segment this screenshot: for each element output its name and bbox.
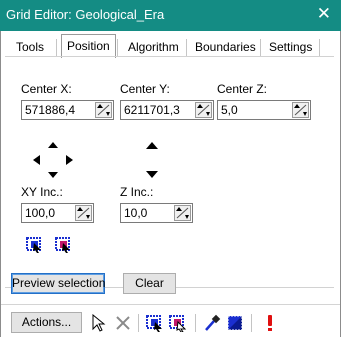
preview-selection-button[interactable]: Preview selection: [11, 273, 105, 294]
xy-inc-input[interactable]: [22, 204, 80, 222]
xy-inc-field[interactable]: [21, 203, 94, 223]
z-inc-field[interactable]: [120, 203, 193, 223]
eyedropper-icon[interactable]: [203, 314, 221, 332]
tab-divider: [319, 39, 320, 56]
tab-divider: [117, 39, 118, 56]
pointer-icon[interactable]: [90, 314, 108, 332]
center-x-field[interactable]: [21, 100, 114, 120]
actions-button[interactable]: Actions...: [11, 312, 82, 333]
tab-boundaries[interactable]: Boundaries: [190, 37, 261, 57]
tab-divider: [186, 39, 187, 56]
clear-button[interactable]: Clear: [123, 273, 176, 294]
center-y-input[interactable]: [121, 101, 199, 119]
editor-frame: Tools Position Algorithm Boundaries Sett…: [0, 31, 341, 337]
center-x-label: Center X:: [21, 82, 72, 96]
center-y-field[interactable]: [120, 100, 214, 120]
title-bar: Grid Editor: Geological_Era ✕: [0, 0, 341, 31]
spin-button[interactable]: [195, 102, 212, 118]
close-icon[interactable]: ✕: [317, 5, 331, 22]
center-z-label: Center Z:: [217, 82, 268, 96]
tab-position[interactable]: Position: [61, 34, 116, 58]
tab-algorithm[interactable]: Algorithm: [123, 37, 184, 57]
select-cells-icon[interactable]: [146, 314, 164, 332]
tab-settings[interactable]: Settings: [264, 37, 317, 57]
tab-tools[interactable]: Tools: [11, 37, 49, 57]
spin-button[interactable]: [292, 102, 309, 118]
spin-button[interactable]: [174, 205, 191, 221]
select-grid-icon[interactable]: [25, 235, 43, 253]
center-y-label: Center Y:: [120, 82, 170, 96]
alert-icon[interactable]: [261, 314, 279, 332]
tab-divider: [260, 39, 261, 56]
center-z-field[interactable]: [217, 100, 311, 120]
xy-inc-label: XY Inc.:: [21, 185, 63, 199]
toolbar-separator: [195, 314, 196, 332]
center-x-input[interactable]: [22, 101, 98, 119]
select-cells-alt-icon[interactable]: [169, 314, 187, 332]
tab-divider: [56, 39, 57, 56]
spin-button[interactable]: [95, 102, 112, 118]
move-z-arrows-icon[interactable]: [145, 142, 159, 178]
z-inc-input[interactable]: [121, 204, 179, 222]
position-panel: Center X: Center Y:: [5, 56, 334, 288]
fill-grid-icon[interactable]: [226, 314, 244, 332]
deselect-grid-icon[interactable]: [54, 235, 72, 253]
delete-icon[interactable]: [114, 314, 132, 332]
z-inc-label: Z Inc.:: [120, 185, 154, 199]
move-xy-arrows-icon[interactable]: [31, 142, 75, 178]
toolbar-separator: [138, 314, 139, 332]
center-z-input[interactable]: [218, 101, 296, 119]
bottom-toolbar: Actions...: [1, 304, 340, 337]
window-title: Grid Editor: Geological_Era: [6, 7, 165, 22]
toolbar-separator: [251, 314, 252, 332]
spin-button[interactable]: [75, 205, 92, 221]
